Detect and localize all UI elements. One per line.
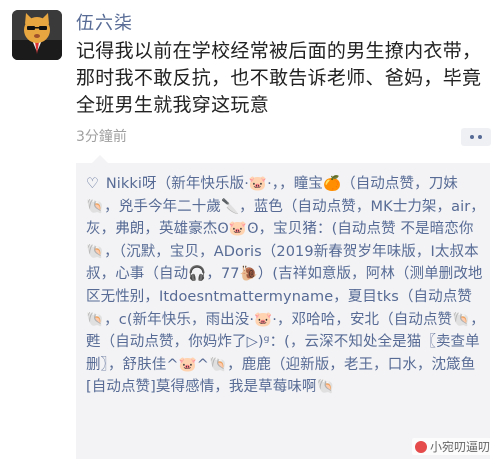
watermark: 小宛叨逼叨 <box>411 438 493 455</box>
avatar[interactable] <box>12 10 62 60</box>
watermark-text: 小宛叨逼叨 <box>429 440 490 454</box>
post-text: 记得我以前在学校经常被后面的男生撩内衣带，那时我不敢反抗，也不敢告诉老师、爸妈，… <box>76 40 482 116</box>
cat-avatar-icon <box>12 10 62 60</box>
likes-list: ♡ Nikki呀（新年快乐版·🐷·，，瞳宝🍊（自动点赞，刀妹🐚，兇手今年二十歲🔪… <box>86 173 486 399</box>
likes-panel: ♡ Nikki呀（新年快乐版·🐷·，，瞳宝🍊（自动点赞，刀妹🐚，兇手今年二十歲🔪… <box>76 155 490 459</box>
post-username[interactable]: 伍六柒 <box>76 9 133 35</box>
dot-icon <box>470 135 474 139</box>
more-actions-button[interactable] <box>461 128 491 146</box>
likes-names[interactable]: Nikki呀（新年快乐版·🐷·，，瞳宝🍊（自动点赞，刀妹🐚，兇手今年二十歲🔪，蓝… <box>86 176 485 395</box>
dot-icon <box>478 135 482 139</box>
brand-logo-icon <box>414 441 427 453</box>
heart-icon: ♡ <box>86 176 100 192</box>
moments-post: 伍六柒 记得我以前在学校经常被后面的男生撩内衣带，那时我不敢反抗，也不敢告诉老师… <box>0 0 501 461</box>
post-timestamp: 3分鐘前 <box>76 129 127 145</box>
